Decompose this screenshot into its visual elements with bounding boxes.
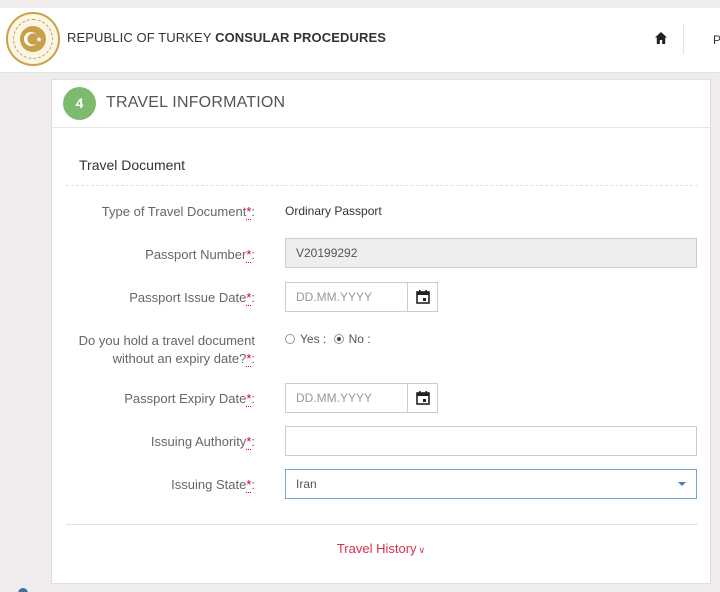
nav-divider bbox=[683, 24, 684, 54]
site-title[interactable]: REPUBLIC OF TURKEY CONSULAR PROCEDURES bbox=[67, 30, 386, 45]
issue-date-label-text: Passport Issue Date bbox=[129, 290, 247, 305]
expiry-date-label: Passport Expiry Date*: bbox=[124, 390, 255, 408]
expiry-date-input[interactable]: DD.MM.YYYY bbox=[285, 383, 438, 413]
expiry-date-label-text: Passport Expiry Date bbox=[124, 391, 247, 406]
issue-date-placeholder: DD.MM.YYYY bbox=[296, 290, 373, 304]
consular-seal-logo[interactable] bbox=[6, 12, 60, 66]
calendar-icon[interactable] bbox=[407, 283, 437, 311]
step-number-badge: 4 bbox=[63, 87, 96, 120]
doc-type-label: Type of Travel Document*: bbox=[102, 203, 255, 221]
chevron-down-icon: ∨ bbox=[418, 545, 426, 555]
travel-history-toggle[interactable]: Travel History ∨ bbox=[52, 541, 710, 556]
crescent-star-icon bbox=[20, 26, 46, 52]
issuing-state-label-text: Issuing State bbox=[171, 477, 247, 492]
no-expiry-radio-group: Yes : No : bbox=[285, 332, 375, 346]
section-divider bbox=[66, 185, 698, 186]
no-expiry-label-line2: without an expiry date?*: bbox=[79, 350, 255, 368]
colon: : bbox=[251, 290, 255, 305]
calendar-icon[interactable] bbox=[407, 384, 437, 412]
issuing-state-select[interactable]: Iran bbox=[285, 469, 697, 499]
no-radio-label: No : bbox=[348, 332, 371, 346]
colon: : bbox=[251, 477, 255, 492]
colon: : bbox=[251, 351, 255, 366]
issuing-state-value: Iran bbox=[296, 477, 317, 491]
site-title-country: REPUBLIC OF TURKEY bbox=[67, 30, 212, 45]
issuing-authority-input[interactable] bbox=[285, 426, 697, 456]
issuing-authority-label-text: Issuing Authority bbox=[150, 434, 247, 449]
doc-type-label-text: Type of Travel Document bbox=[101, 204, 247, 219]
doc-type-value: Ordinary Passport bbox=[285, 204, 382, 218]
colon: : bbox=[251, 391, 255, 406]
issue-date-label: Passport Issue Date*: bbox=[129, 289, 255, 307]
no-radio[interactable] bbox=[333, 334, 344, 344]
expiry-date-placeholder: DD.MM.YYYY bbox=[296, 391, 373, 405]
dropdown-caret-icon bbox=[678, 482, 686, 486]
yes-radio-label: Yes : bbox=[300, 332, 327, 346]
form-divider bbox=[66, 524, 698, 525]
passport-number-value: V20199292 bbox=[296, 246, 358, 260]
passport-number-input[interactable]: V20199292 bbox=[285, 238, 697, 268]
passport-number-label-text: Passport Number bbox=[145, 247, 247, 262]
colon: : bbox=[251, 434, 255, 449]
colon: : bbox=[251, 204, 255, 219]
site-title-service: CONSULAR PROCEDURES bbox=[215, 30, 386, 45]
card-header: 4 TRAVEL INFORMATION bbox=[52, 80, 710, 128]
travel-information-card: 4 TRAVEL INFORMATION Travel Document Typ… bbox=[51, 79, 711, 584]
no-expiry-label: Do you hold a travel document without an… bbox=[79, 332, 255, 368]
yes-radio[interactable] bbox=[285, 334, 295, 344]
section-title: Travel Document bbox=[79, 157, 186, 173]
issuing-state-label: Issuing State*: bbox=[171, 476, 255, 494]
passport-number-label: Passport Number*: bbox=[145, 246, 255, 264]
top-navbar: REPUBLIC OF TURKEY CONSULAR PROCEDURES P bbox=[0, 0, 720, 73]
home-icon[interactable] bbox=[654, 31, 668, 45]
issuing-authority-label: Issuing Authority*: bbox=[151, 433, 255, 451]
colon: : bbox=[251, 247, 255, 262]
card-title: TRAVEL INFORMATION bbox=[106, 94, 286, 111]
issue-date-input[interactable]: DD.MM.YYYY bbox=[285, 282, 438, 312]
floating-help-button[interactable] bbox=[18, 588, 28, 592]
no-expiry-label-line2-text: without an expiry date? bbox=[112, 351, 247, 366]
no-expiry-label-line1: Do you hold a travel document bbox=[78, 333, 255, 348]
nav-menu-item[interactable]: P bbox=[713, 33, 720, 47]
travel-history-label: Travel History bbox=[336, 541, 417, 556]
